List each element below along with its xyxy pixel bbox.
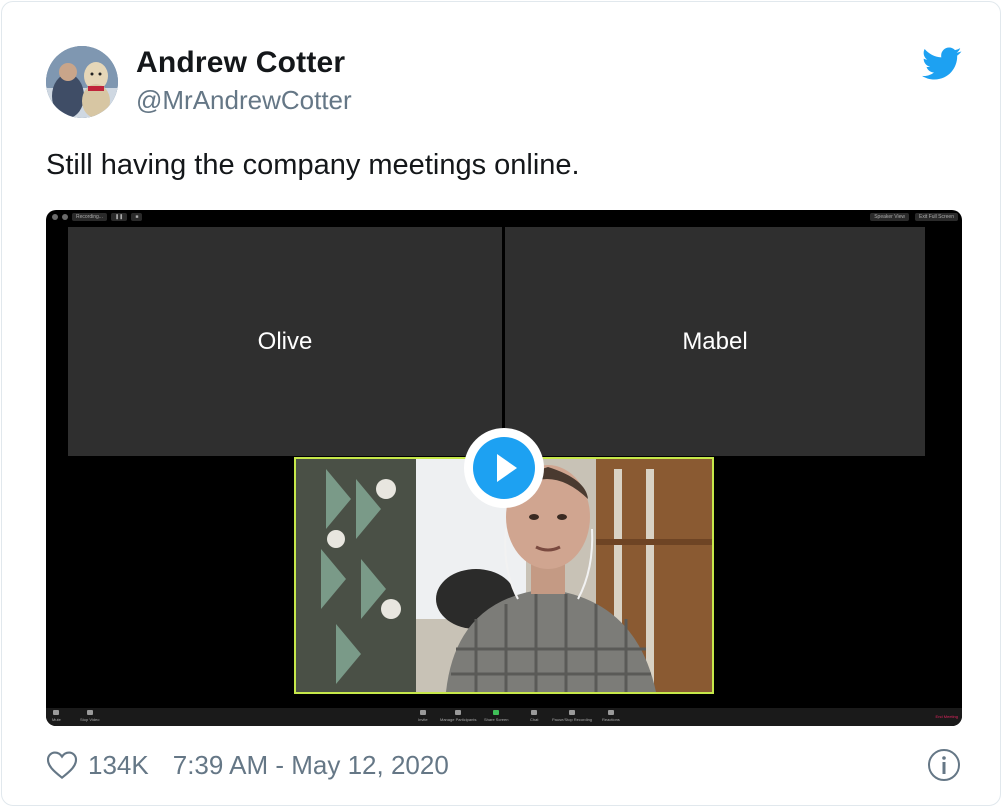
end-meeting-button: End Meeting [935,714,958,719]
play-button[interactable] [464,428,544,508]
invite-icon [419,710,426,715]
recording-button: Pause/Stop Recording [552,710,592,722]
manage-participants-button: Manage Participants [440,710,476,722]
video-player[interactable]: Recording... ❚❚ ■ Speaker View Exit Full… [46,210,962,726]
mute-button: Mute [52,710,61,722]
chat-button: Chat [530,710,538,722]
participant-tile-mabel: Mabel [505,227,925,456]
heart-icon[interactable] [46,750,78,780]
chat-icon [531,710,538,715]
pause-recording-icon: ❚❚ [110,213,128,221]
info-icon[interactable] [926,747,962,783]
camera-icon [86,710,93,715]
author-name[interactable]: Andrew Cotter [136,46,345,80]
twitter-bird-icon[interactable] [922,47,962,81]
timestamp[interactable]: 7:39 AM - May 12, 2020 [173,750,449,781]
zoom-topbar: Recording... ❚❚ ■ Speaker View Exit Full… [46,210,962,224]
stop-recording-icon: ■ [131,213,143,221]
avatar[interactable] [46,46,118,118]
microphone-icon [53,710,60,715]
share-screen-button: Share Screen [484,710,508,722]
play-icon[interactable] [473,437,535,499]
like-count[interactable]: 134K [88,750,149,781]
author-handle[interactable]: @MrAndrewCotter [136,85,352,116]
tweet-card: Andrew Cotter @MrAndrewCotter Still havi… [1,1,1001,806]
stop-video-button: Stop Video [80,710,100,722]
info-dot-icon [52,214,58,220]
share-screen-icon [493,710,500,715]
participants-icon [455,710,462,715]
participant-name: Mabel [682,327,748,355]
reactions-icon [607,710,614,715]
exit-fullscreen-button: Exit Full Screen [914,213,958,221]
tweet-footer: 134K 7:39 AM - May 12, 2020 [46,747,449,783]
recording-indicator: Recording... [72,213,107,221]
invite-button: Invite [418,710,428,722]
speaker-view-button: Speaker View [870,213,909,221]
tweet-text: Still having the company meetings online… [46,149,580,181]
reactions-button: Reactions [602,710,620,722]
zoom-toolbar: Mute Stop Video Invite Manage Participan… [46,708,962,726]
participant-tile-olive: Olive [68,227,502,456]
record-icon [569,710,576,715]
participant-name: Olive [257,327,313,355]
lock-icon [62,214,68,220]
